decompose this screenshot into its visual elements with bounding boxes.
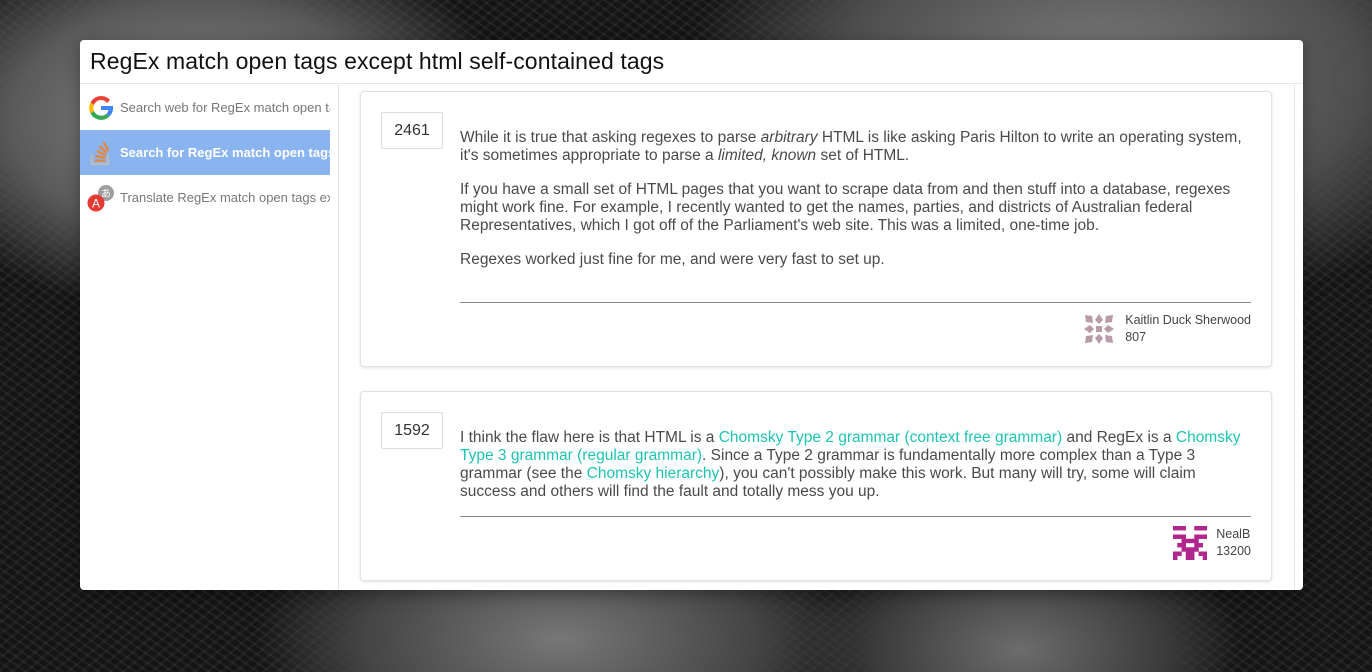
answer-paragraph: I think the flaw here is that HTML is a … (460, 429, 1251, 501)
avatar-pixel (1185, 555, 1191, 560)
avatar-pixel (1181, 543, 1187, 548)
vote-count: 1592 (381, 412, 443, 449)
emphasis-text: arbitrary (760, 129, 818, 146)
title-bar: RegEx match open tags except html self-c… (80, 40, 1303, 84)
sidebar-item-label: Search for RegEx match open tags except … (120, 145, 330, 160)
answer-text: set of HTML. (816, 147, 910, 164)
avatar-pixel (1181, 547, 1187, 552)
avatar-pixel (1177, 551, 1182, 556)
sidebar-item-translate[interactable]: あ A Translate RegEx match open tags exce… (80, 175, 330, 220)
sidebar-item-label: Translate RegEx match open tags except h… (120, 190, 330, 205)
author-name: Kaitlin Duck Sherwood (1125, 313, 1251, 327)
vote-count: 2461 (381, 112, 443, 149)
avatar-pixel (1198, 551, 1204, 556)
avatar-pixel (1194, 543, 1199, 548)
answer-text: and RegEx is a (1062, 429, 1176, 446)
answer-text: Regexes worked just fine for me, and wer… (460, 251, 885, 268)
answer-body: While it is true that asking regexes to … (460, 129, 1251, 285)
answer-author[interactable]: NealB 13200 (1173, 526, 1251, 560)
avatar-pixel (1173, 526, 1178, 531)
stackoverflow-icon (86, 138, 116, 168)
author-name: NealB (1216, 527, 1251, 541)
avatar-pixel (1202, 551, 1208, 556)
avatar-pixel (1202, 555, 1208, 560)
answer-divider (460, 516, 1251, 517)
avatar-pixel (1185, 538, 1191, 544)
avatar-pixel (1194, 538, 1199, 544)
avatar (1173, 526, 1208, 560)
avatar-pixel (1190, 555, 1195, 560)
answer-link[interactable]: Chomsky Type 2 grammar (context free gra… (719, 429, 1062, 446)
sidebar-item-search-web[interactable]: Search web for RegEx match open tags exc… (80, 85, 330, 130)
results-pane: 2461 While it is true that asking regexe… (339, 85, 1303, 590)
avatar (1084, 314, 1115, 344)
avatar-pixel (1190, 538, 1195, 544)
avatar-pixel (1177, 526, 1182, 531)
avatar-pixel (1202, 534, 1208, 539)
answer-text: If you have a small set of HTML pages th… (460, 181, 1231, 234)
answer-paragraph: If you have a small set of HTML pages th… (460, 181, 1251, 235)
avatar-pixel (1173, 551, 1178, 556)
scrollbar-track[interactable] (1294, 85, 1295, 590)
avatar-pixel (1202, 526, 1208, 531)
avatar-pixel (1181, 534, 1187, 539)
app-window: RegEx match open tags except html self-c… (80, 40, 1303, 590)
author-reputation: 13200 (1216, 544, 1251, 558)
author-reputation: 807 (1125, 330, 1147, 344)
answer-card: 1592 I think the flaw here is that HTML … (360, 391, 1272, 581)
avatar-pixel (1190, 547, 1195, 552)
avatar-pixel (1185, 547, 1191, 552)
avatar-pixel (1173, 534, 1178, 539)
sidebar-item-label: Search web for RegEx match open tags exc… (120, 100, 330, 115)
answer-divider (460, 302, 1251, 303)
avatar-pixel (1198, 543, 1204, 548)
avatar-pixel (1181, 538, 1187, 544)
avatar-pixel (1198, 534, 1204, 539)
avatar-pixel (1173, 555, 1178, 560)
avatar-pixel (1177, 543, 1182, 548)
emphasis-text: limited, known (717, 147, 817, 164)
avatar-pixel (1181, 526, 1187, 531)
avatar-pixel (1177, 534, 1182, 539)
sidebar-item-search-stackoverflow[interactable]: Search for RegEx match open tags except … (80, 130, 330, 175)
google-icon (86, 93, 116, 123)
sidebar: Search web for RegEx match open tags exc… (80, 85, 339, 590)
translate-icon: あ A (86, 183, 116, 213)
avatar-pixel (1190, 551, 1195, 556)
answer-body: I think the flaw here is that HTML is a … (460, 429, 1251, 517)
avatar-pixel (1198, 526, 1204, 531)
answer-text: While it is true that asking regexes to … (460, 129, 761, 146)
svg-text:A: A (92, 196, 100, 210)
avatar-pixel (1194, 526, 1199, 531)
answer-text: I think the flaw here is that HTML is a (460, 429, 719, 446)
answer-author[interactable]: Kaitlin Duck Sherwood 807 (1082, 312, 1251, 346)
avatar-pixel (1194, 547, 1199, 552)
avatar-pixel (1185, 551, 1191, 556)
avatar-pixel (1194, 534, 1199, 539)
window-title: RegEx match open tags except html self-c… (90, 48, 665, 74)
answer-link[interactable]: Chomsky hierarchy (587, 465, 720, 482)
answer-paragraph: While it is true that asking regexes to … (460, 129, 1251, 165)
answer-paragraph: Regexes worked just fine for me, and wer… (460, 251, 1251, 269)
answer-card: 2461 While it is true that asking regexe… (360, 91, 1272, 367)
